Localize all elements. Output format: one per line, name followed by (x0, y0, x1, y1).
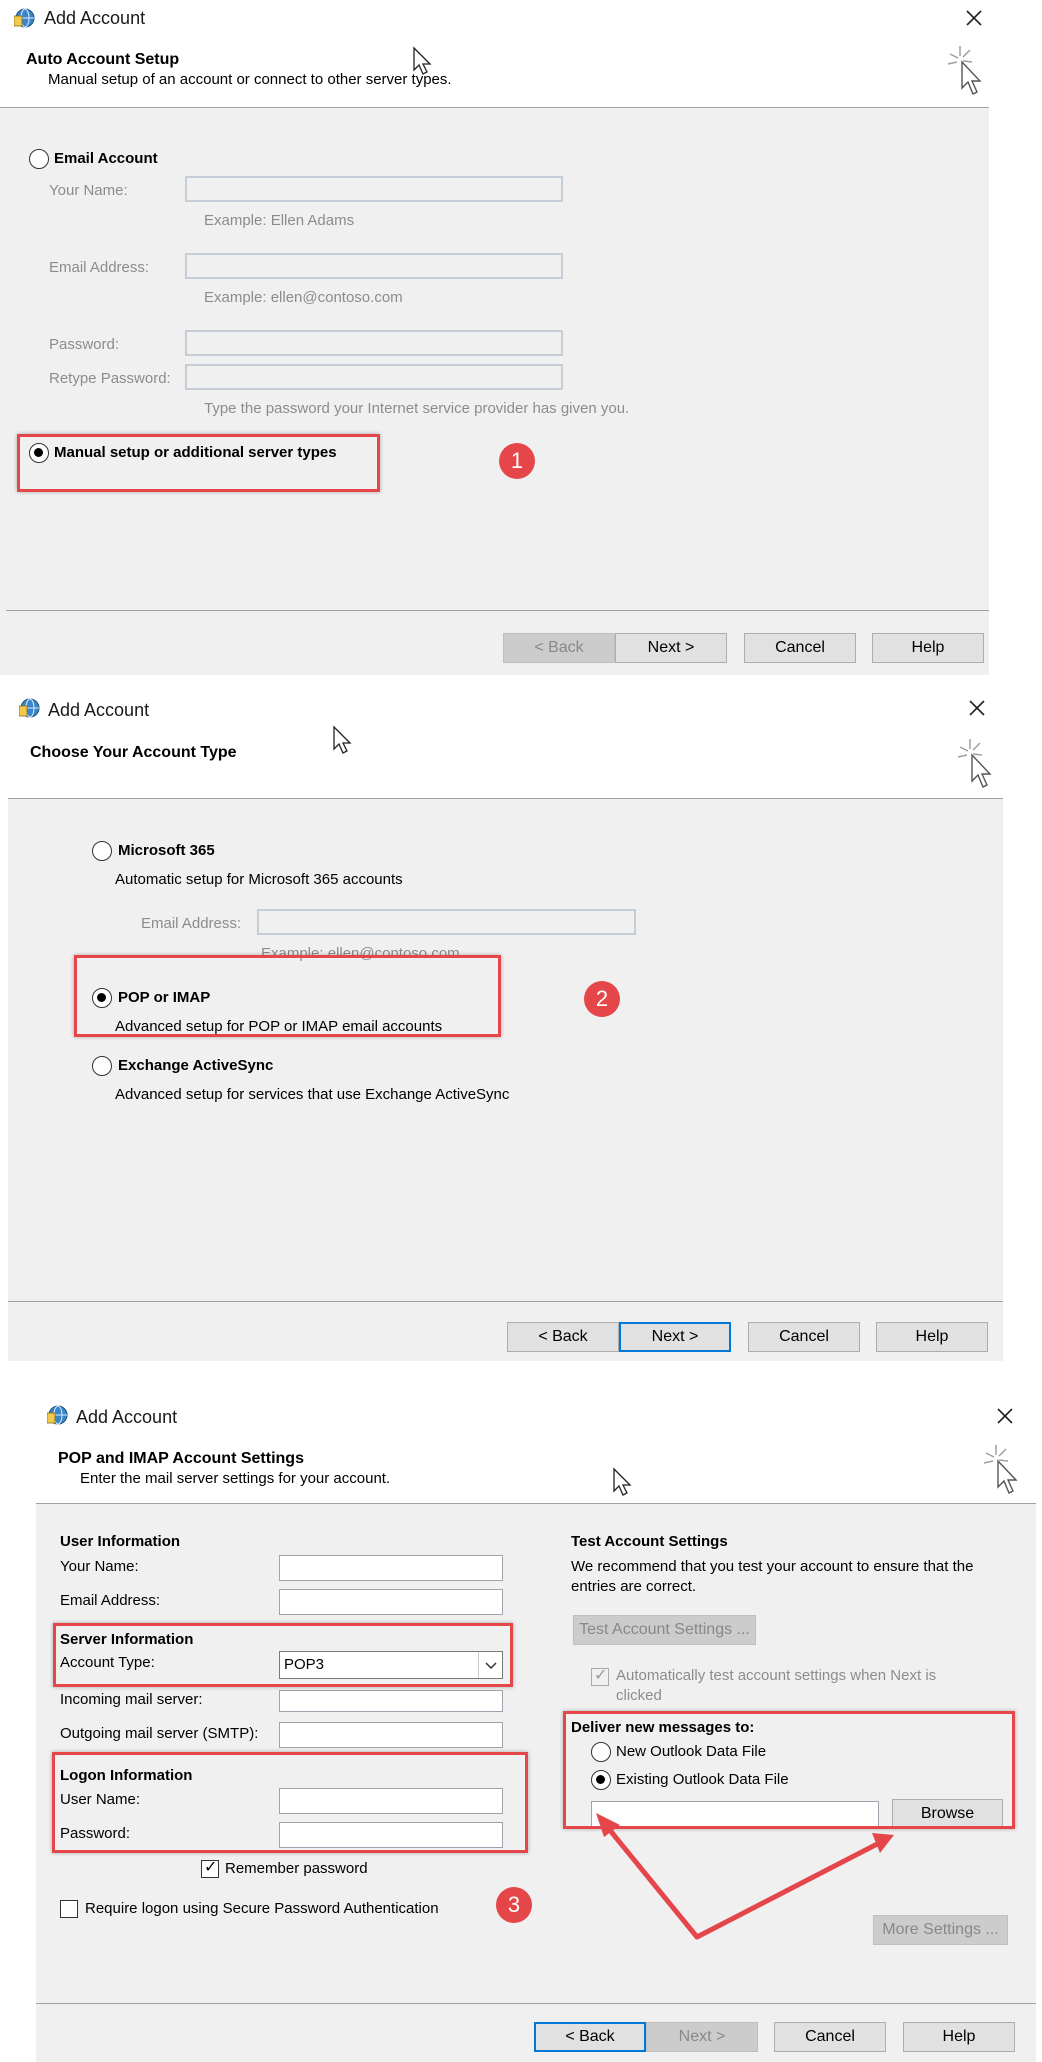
email-address-input[interactable] (185, 253, 563, 279)
outlook-globe-icon (14, 7, 36, 29)
close-icon[interactable] (963, 7, 985, 29)
back-button[interactable]: < Back (507, 1322, 619, 1352)
dialog-header: POP and IMAP Account Settings Enter the … (36, 1437, 1036, 1504)
incoming-server-input[interactable] (279, 1690, 503, 1712)
dialog-choose-account-type: Add Account Choose Your Account Type Mic… (8, 691, 1003, 1361)
back-button[interactable]: < Back (503, 633, 615, 663)
dialog-auto-account-setup: Add Account Auto Account Setup Manual se… (0, 0, 989, 675)
email-address-input[interactable] (279, 1589, 503, 1615)
password-input[interactable] (185, 330, 563, 356)
email-account-radio[interactable] (29, 149, 49, 169)
dialog-header: Auto Account Setup Manual setup of an ac… (0, 38, 989, 108)
help-button[interactable]: Help (903, 2022, 1015, 2052)
step-badge-3: 3 (496, 1887, 532, 1923)
m365-email-label: Email Address: (141, 915, 242, 932)
next-button[interactable]: Next > (619, 1322, 731, 1352)
outlook-globe-icon (47, 1404, 69, 1426)
header-title: Auto Account Setup (26, 51, 180, 68)
test-settings-heading: Test Account Settings (571, 1533, 728, 1550)
wizard-sparkle-icon (946, 44, 986, 96)
spa-label: Require logon using Secure Password Auth… (85, 1900, 439, 1917)
header-subtitle: Enter the mail server settings for your … (80, 1470, 391, 1487)
title-bar: Add Account (36, 1395, 1036, 1437)
title-bar: Add Account (0, 0, 989, 38)
window-title: Add Account (48, 700, 150, 720)
header-title: Choose Your Account Type (30, 744, 237, 761)
step-badge-1: 1 (499, 443, 535, 479)
cancel-button[interactable]: Cancel (748, 1322, 860, 1352)
retype-password-input[interactable] (185, 364, 563, 390)
mouse-cursor-icon (612, 1467, 634, 1497)
test-account-settings-button[interactable]: Test Account Settings ... (573, 1615, 756, 1645)
outlook-globe-icon (19, 697, 41, 719)
footer-divider (36, 2003, 1036, 2004)
close-icon[interactable] (994, 1405, 1016, 1427)
retype-password-label: Retype Password: (49, 370, 171, 387)
your-name-input[interactable] (279, 1555, 503, 1581)
wizard-sparkle-icon (956, 737, 996, 789)
mouse-cursor-icon (412, 46, 434, 76)
auto-test-label-1: Automatically test account settings when… (616, 1667, 937, 1684)
exchange-activesync-label: Exchange ActiveSync (118, 1057, 274, 1074)
auto-test-checkbox[interactable]: ✓ (591, 1667, 609, 1686)
outgoing-server-input[interactable] (279, 1722, 503, 1748)
your-name-hint: Example: Ellen Adams (204, 212, 355, 229)
mouse-cursor-icon (332, 725, 354, 755)
microsoft-365-desc: Automatic setup for Microsoft 365 accoun… (115, 871, 403, 888)
m365-email-input[interactable] (257, 909, 636, 935)
highlight-manual-setup (17, 434, 380, 492)
incoming-server-label: Incoming mail server: (60, 1691, 203, 1708)
next-button[interactable]: Next > (615, 633, 727, 663)
footer-divider (8, 1301, 1003, 1302)
step-badge-2: 2 (584, 981, 620, 1017)
header-title: POP and IMAP Account Settings (58, 1450, 304, 1467)
email-address-hint: Example: ellen@contoso.com (204, 289, 403, 306)
dialog-header: Choose Your Account Type (8, 731, 1003, 799)
window-title: Add Account (76, 1407, 178, 1427)
wizard-sparkle-icon (982, 1443, 1022, 1495)
checkbox-checked-icon: ✓ (594, 1667, 608, 1684)
password-label: Password: (49, 336, 120, 353)
password-hint: Type the password your Internet service … (204, 400, 630, 417)
next-button[interactable]: Next > (646, 2022, 758, 2052)
microsoft-365-label: Microsoft 365 (118, 842, 215, 859)
cancel-button[interactable]: Cancel (774, 2022, 886, 2052)
dialog-pop-imap-settings: Add Account POP and IMAP Account Setting… (36, 1395, 1036, 2062)
email-address-label: Email Address: (60, 1592, 161, 1609)
email-account-label: Email Account (54, 150, 158, 167)
title-bar: Add Account (8, 691, 1003, 731)
footer-divider (6, 610, 989, 611)
close-icon[interactable] (966, 697, 988, 719)
help-button[interactable]: Help (876, 1322, 988, 1352)
highlight-logon-information (52, 1752, 528, 1853)
cancel-button[interactable]: Cancel (744, 633, 856, 663)
highlight-pop-imap (74, 955, 501, 1037)
spa-checkbox[interactable] (60, 1900, 78, 1918)
header-subtitle: Manual setup of an account or connect to… (48, 71, 452, 88)
highlight-server-information (53, 1623, 513, 1687)
user-info-heading: User Information (60, 1533, 181, 1550)
test-settings-desc-1: We recommend that you test your account … (571, 1558, 974, 1575)
exchange-activesync-desc: Advanced setup for services that use Exc… (115, 1086, 510, 1103)
remember-password-label: Remember password (225, 1860, 368, 1877)
arrow-annotation-icon (596, 1813, 894, 1940)
your-name-input[interactable] (185, 176, 563, 202)
more-settings-button[interactable]: More Settings ... (873, 1915, 1008, 1945)
auto-test-label-2: clicked (616, 1687, 662, 1704)
test-settings-desc-2: entries are correct. (571, 1578, 697, 1595)
outgoing-server-label: Outgoing mail server (SMTP): (60, 1725, 259, 1742)
microsoft-365-radio[interactable] (92, 841, 112, 861)
checkbox-checked-icon: ✓ (204, 1859, 218, 1876)
remember-password-checkbox[interactable]: ✓ (201, 1859, 219, 1878)
help-button[interactable]: Help (872, 633, 984, 663)
email-address-label: Email Address: (49, 259, 150, 276)
window-title: Add Account (44, 8, 146, 28)
your-name-label: Your Name: (60, 1558, 139, 1575)
back-button[interactable]: < Back (534, 2022, 646, 2052)
exchange-activesync-radio[interactable] (92, 1056, 112, 1076)
your-name-label: Your Name: (49, 182, 128, 199)
